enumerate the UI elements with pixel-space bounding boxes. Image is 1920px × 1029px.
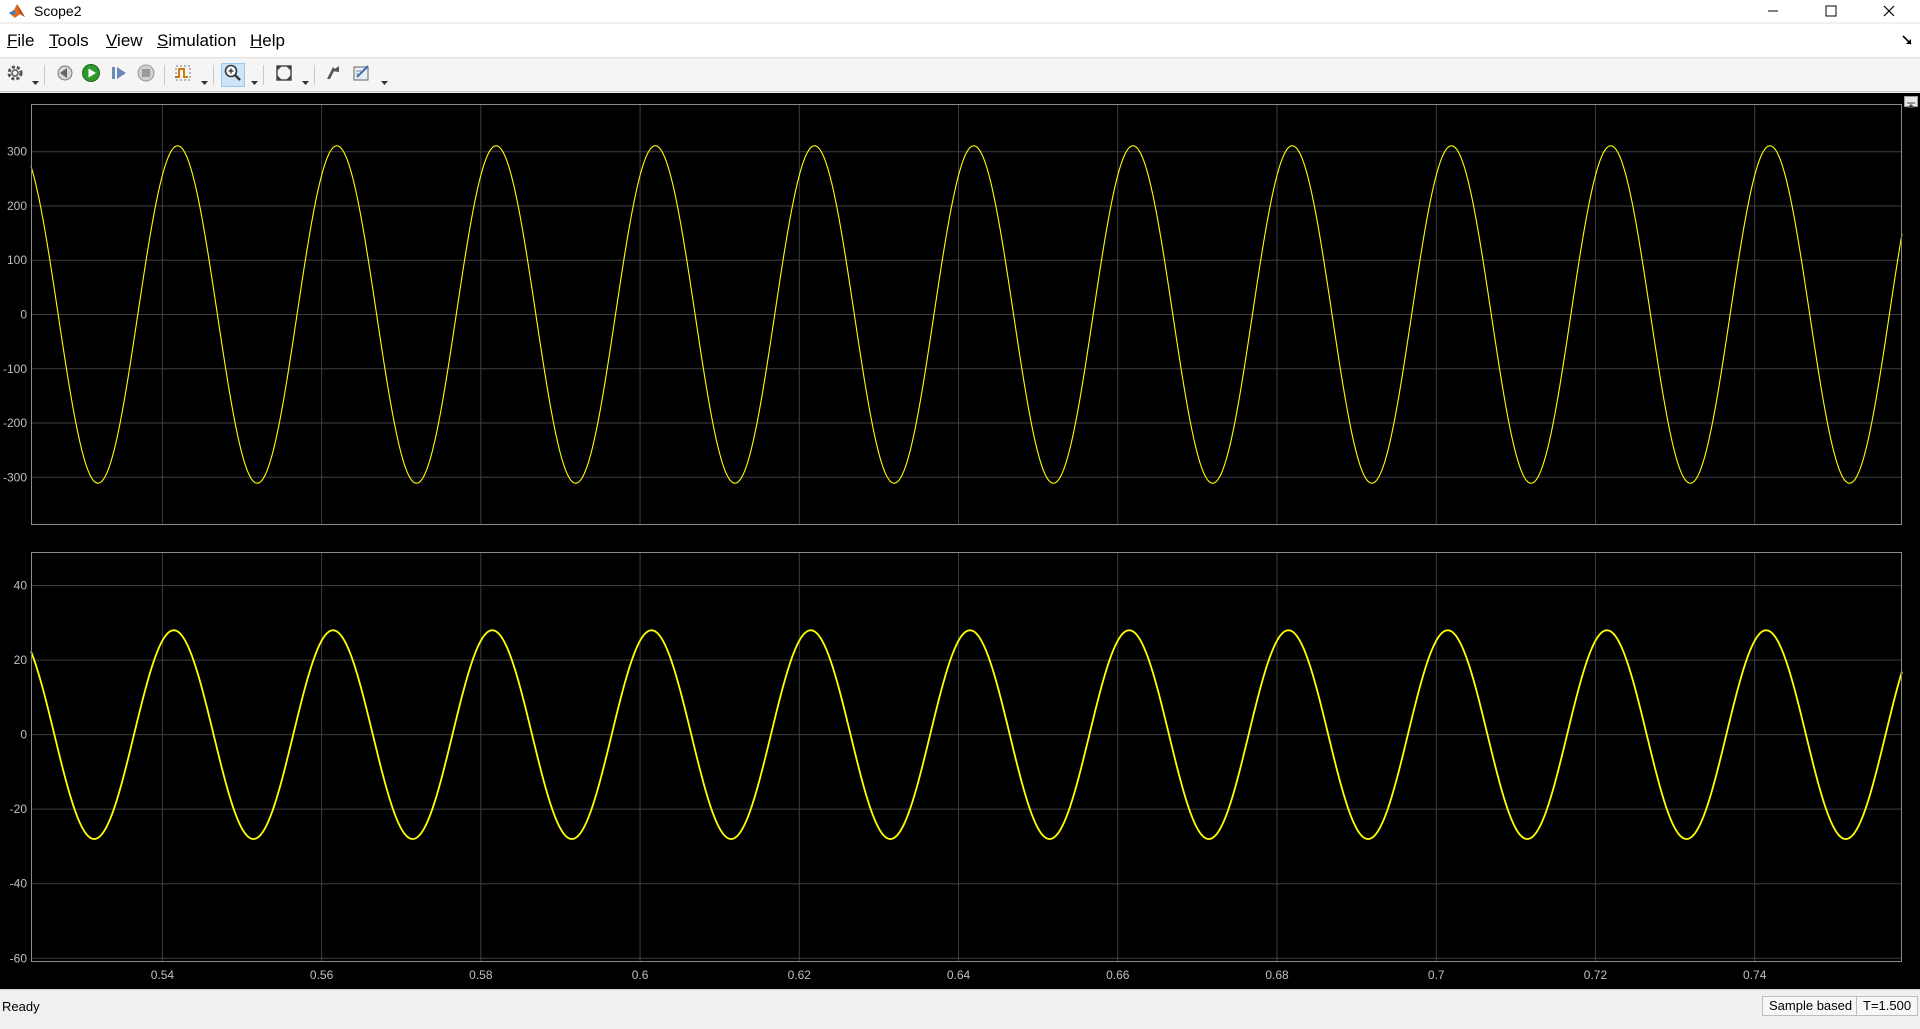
menu-bar: File Tools View Simulation Help xyxy=(0,24,1920,58)
menu-view[interactable]: View xyxy=(106,31,143,51)
status-text: Ready xyxy=(2,999,40,1014)
autoscale-button[interactable] xyxy=(272,63,296,87)
trigger-dropdown-icon[interactable] xyxy=(201,73,208,85)
expand-toolstrip-button[interactable] xyxy=(1904,96,1918,108)
x-tick-label: 0.6 xyxy=(632,968,649,982)
status-bar: Ready Sample based T=1.500 xyxy=(0,989,1920,1029)
minimize-button[interactable] xyxy=(1744,0,1802,22)
expand-icon xyxy=(1905,97,1917,114)
toolbar xyxy=(0,59,1920,92)
zoom-in-button[interactable] xyxy=(221,63,245,87)
y-tick-label: 0 xyxy=(20,728,27,742)
menu-tools[interactable]: Tools xyxy=(49,31,89,51)
settings-icon xyxy=(5,63,25,88)
zoom-dropdown-icon[interactable] xyxy=(251,73,258,85)
y-tick-label: -60 xyxy=(10,951,28,965)
maximize-button[interactable] xyxy=(1802,0,1860,22)
stop-button[interactable] xyxy=(134,63,158,87)
matlab-icon xyxy=(8,2,26,20)
window-title: Scope2 xyxy=(34,3,82,19)
toolbar-separator xyxy=(164,65,165,85)
y-tick-label: 200 xyxy=(7,199,27,213)
measurements-icon xyxy=(352,63,372,88)
trigger-icon xyxy=(173,63,193,88)
y-tick-label: -300 xyxy=(3,470,27,484)
scope-plot-area[interactable]: 300 200 100 0 -100 -200 -300 40 20 0 -20 -40 -60 0.54… xyxy=(0,93,1920,989)
x-tick-label: 0.72 xyxy=(1584,968,1608,982)
x-tick-label: 0.56 xyxy=(310,968,334,982)
close-icon xyxy=(1883,5,1895,17)
y-tick-label: 0 xyxy=(20,308,27,322)
step-forward-button[interactable] xyxy=(107,63,131,87)
y-tick-label: -100 xyxy=(3,362,27,376)
step-back-icon xyxy=(54,63,74,88)
scope-canvas[interactable]: 3002001000-100-200-30040200-20-40-600.54… xyxy=(0,93,1920,989)
y-tick-label: 100 xyxy=(7,253,27,267)
toolbar-separator xyxy=(44,65,45,85)
toolbar-separator xyxy=(314,65,315,85)
run-button[interactable] xyxy=(79,63,103,87)
toolbar-separator xyxy=(263,65,264,85)
sample-mode-indicator: Sample based xyxy=(1762,996,1860,1016)
x-tick-label: 0.58 xyxy=(469,968,493,982)
title-bar: Scope2 xyxy=(0,0,1920,22)
settings-dropdown-icon[interactable] xyxy=(32,73,39,85)
highlight-simulink-block-icon xyxy=(323,63,343,88)
y-tick-label: -200 xyxy=(3,416,27,430)
x-tick-label: 0.54 xyxy=(151,968,175,982)
simulation-time: T=1.500 xyxy=(1856,996,1919,1016)
x-tick-label: 0.62 xyxy=(788,968,812,982)
axes-2-background[interactable] xyxy=(31,552,1902,962)
y-tick-label: 20 xyxy=(14,653,28,667)
y-tick-label: -40 xyxy=(10,877,28,891)
menu-simulation[interactable]: Simulation xyxy=(157,31,236,51)
minimize-icon xyxy=(1767,5,1779,17)
x-tick-label: 0.7 xyxy=(1428,968,1445,982)
zoom-in-icon xyxy=(223,63,243,88)
menu-help[interactable]: Help xyxy=(250,31,285,51)
scope-window: Scope2 File Tools View Simulation Help 3… xyxy=(0,0,1920,1029)
autoscale-icon xyxy=(274,63,294,88)
close-button[interactable] xyxy=(1860,0,1918,22)
trigger-button[interactable] xyxy=(171,63,195,87)
run-icon xyxy=(81,63,101,88)
autoscale-dropdown-icon[interactable] xyxy=(302,73,309,85)
highlight-simulink-block-button[interactable] xyxy=(321,63,345,87)
y-tick-label: -20 xyxy=(10,802,28,816)
stop-icon xyxy=(136,63,156,88)
step-back-button[interactable] xyxy=(52,63,76,87)
toolbar-separator xyxy=(213,65,214,85)
measurements-dropdown-icon[interactable] xyxy=(381,73,388,85)
settings-button[interactable] xyxy=(3,63,27,87)
y-tick-label: 40 xyxy=(14,579,28,593)
y-tick-label: 300 xyxy=(7,145,27,159)
x-tick-label: 0.74 xyxy=(1743,968,1767,982)
x-tick-label: 0.68 xyxy=(1265,968,1289,982)
x-tick-label: 0.64 xyxy=(947,968,971,982)
step-forward-icon xyxy=(109,63,129,88)
menu-file[interactable]: File xyxy=(7,31,34,51)
measurements-button[interactable] xyxy=(350,63,374,87)
undock-icon[interactable] xyxy=(1900,33,1914,47)
maximize-icon xyxy=(1825,5,1837,17)
x-tick-label: 0.66 xyxy=(1106,968,1130,982)
